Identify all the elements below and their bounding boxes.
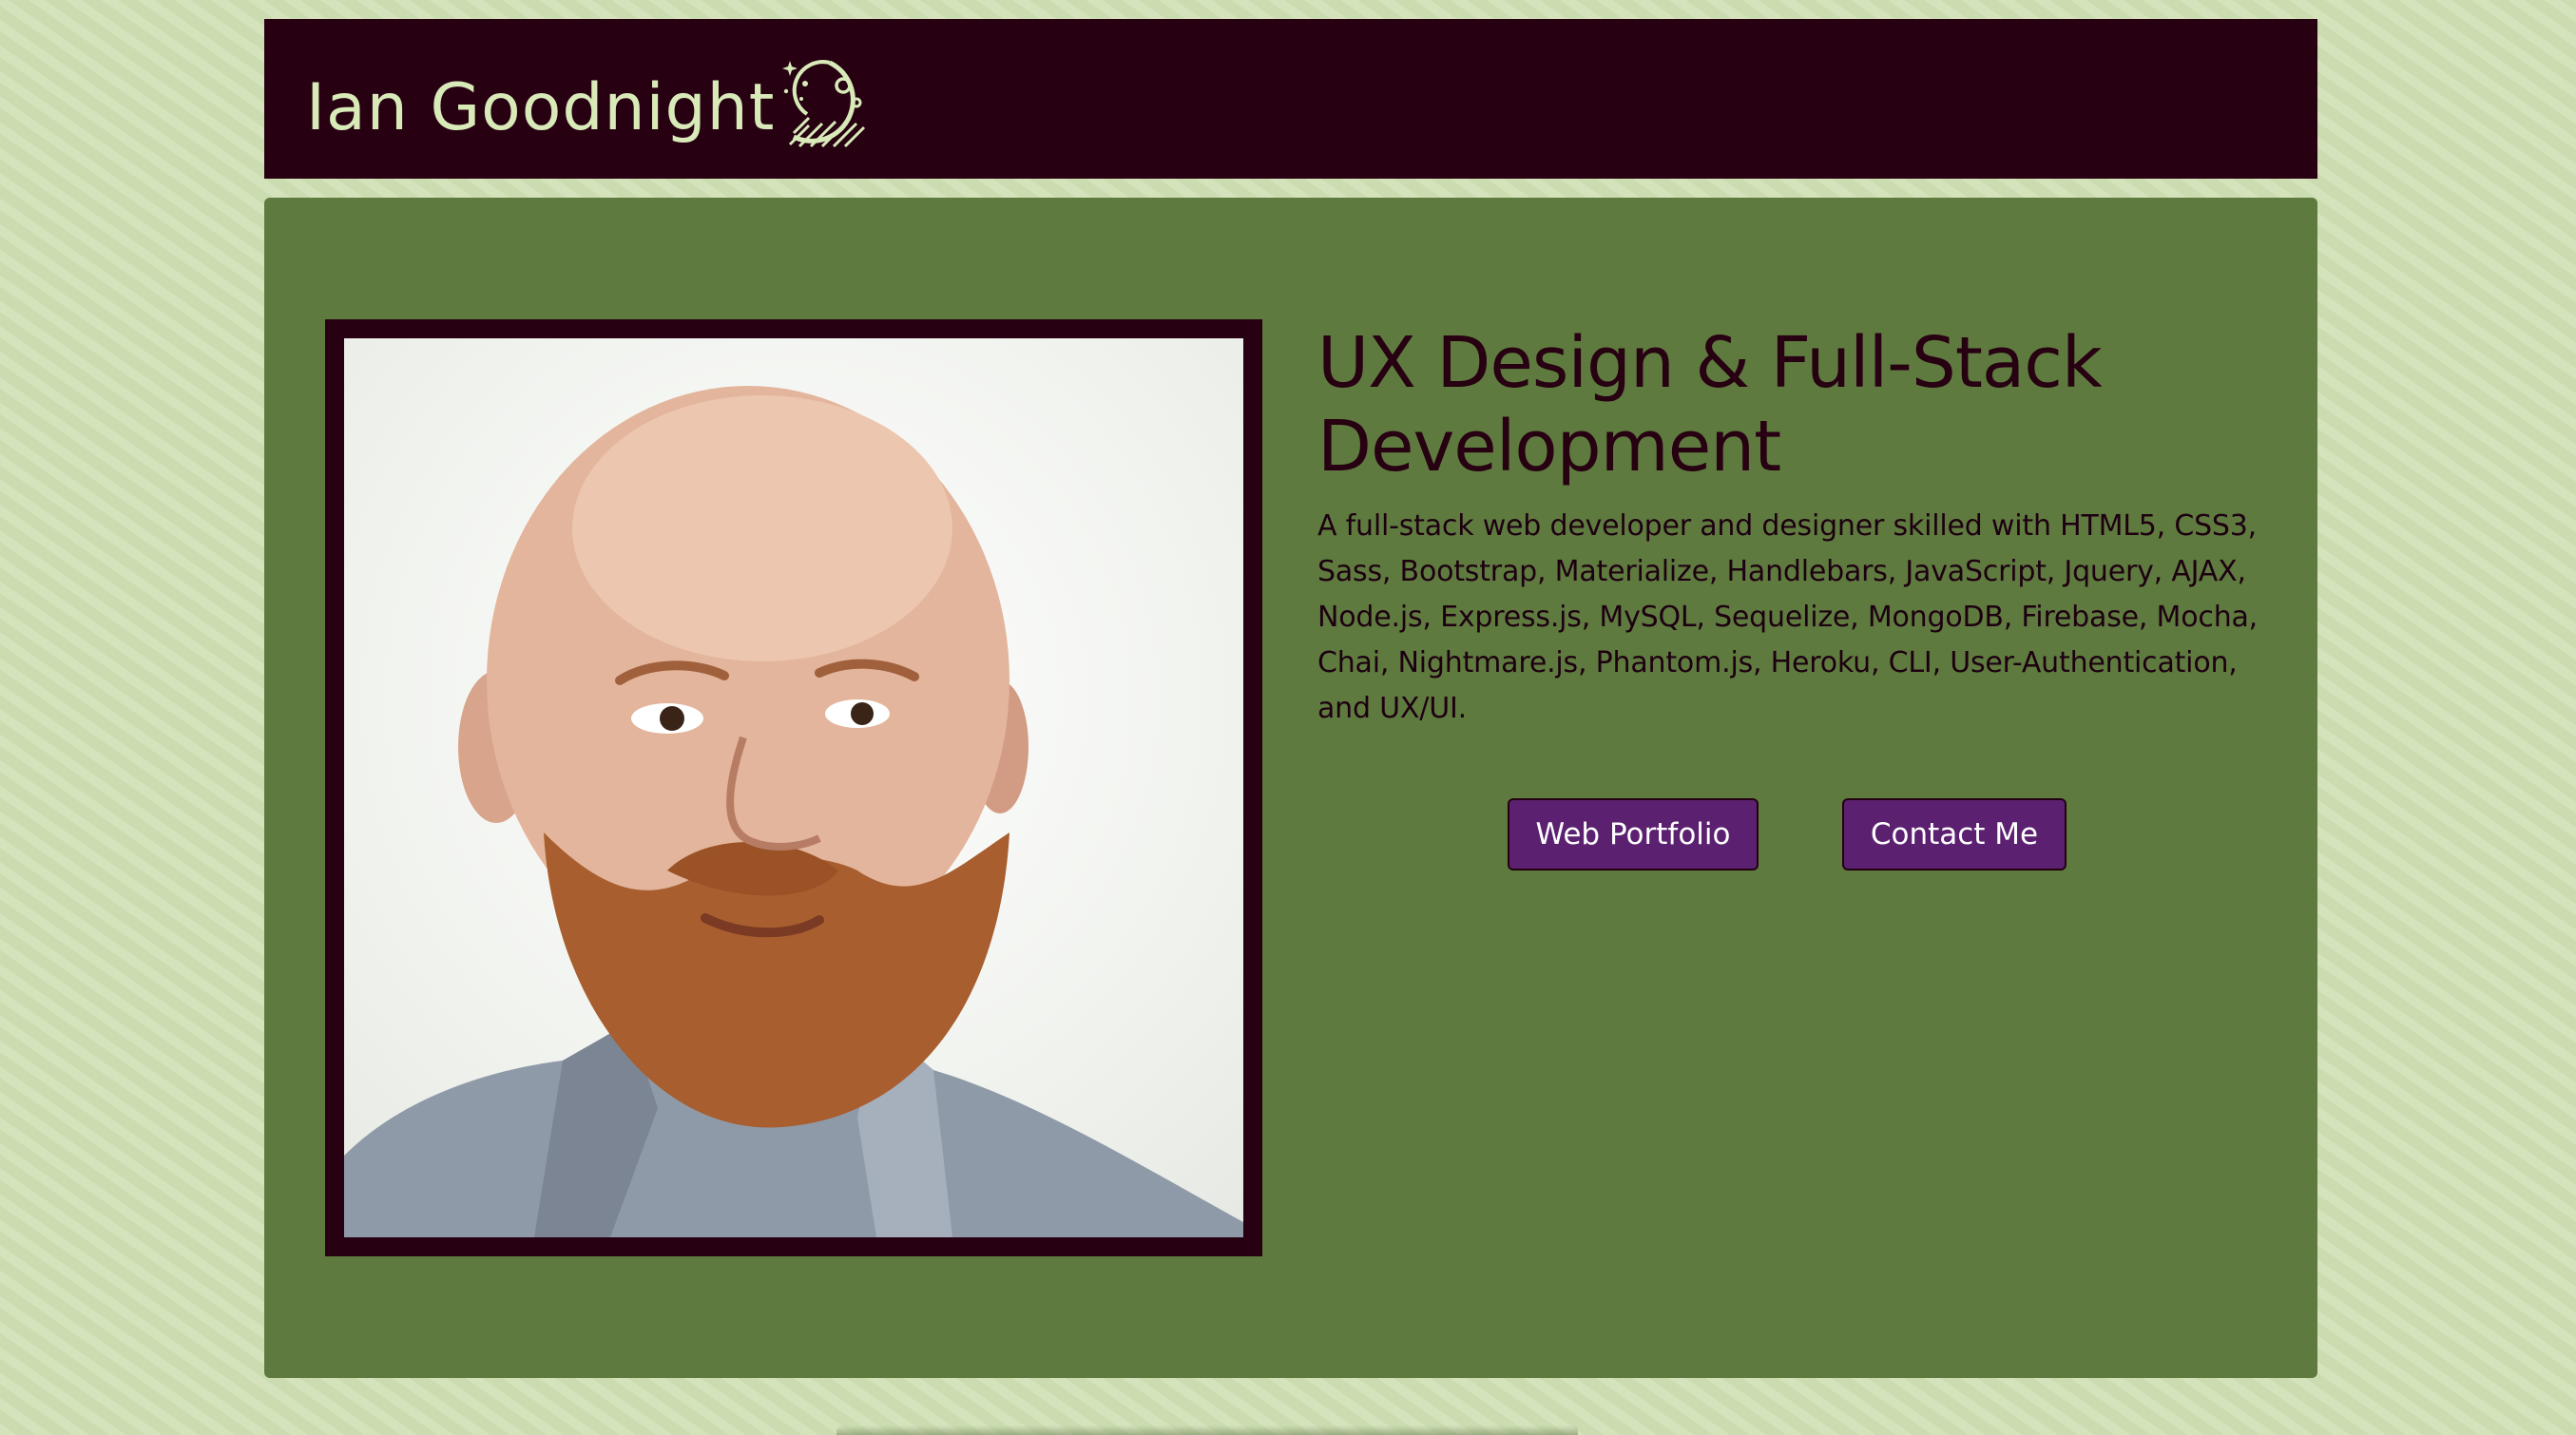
portrait-illustration [344,386,1243,1237]
portrait-photo [344,338,1243,1237]
logo-text: Ian Goodnight [306,70,776,145]
footer-edge [836,1425,1578,1435]
contact-me-button[interactable]: Contact Me [1842,798,2067,871]
web-portfolio-button[interactable]: Web Portfolio [1508,798,1759,871]
hero-panel: UX Design & Full-Stack Development A ful… [264,198,2317,1378]
hero-title: UX Design & Full-Stack Development [1317,322,2103,488]
hero-description: A full-stack web developer and designer … [1317,509,2259,725]
portrait-frame [325,319,1262,1256]
moon-stars-icon [782,60,866,148]
site-logo[interactable]: Ian Goodnight [306,51,872,165]
site-header: Ian Goodnight [264,19,2317,179]
